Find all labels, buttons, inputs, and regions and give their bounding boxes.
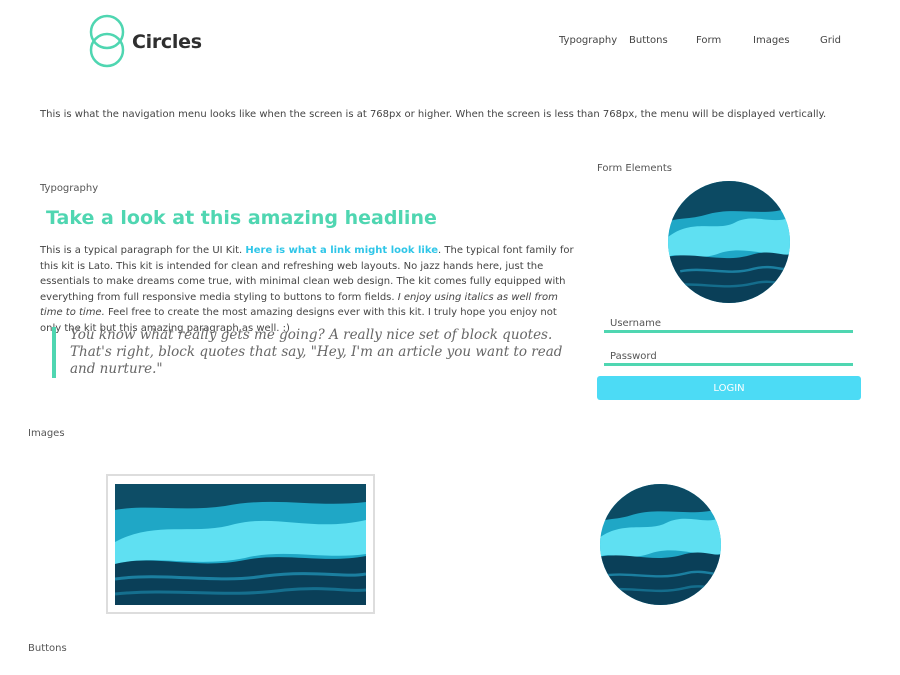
login-button[interactable]: LOGIN: [597, 376, 861, 400]
wave-image: [115, 484, 366, 605]
nav-description: This is what the navigation menu looks l…: [40, 109, 827, 120]
brand-name: Circles: [132, 31, 202, 53]
nav-item-images[interactable]: Images: [753, 35, 790, 46]
body-paragraph: This is a typical paragraph for the UI K…: [40, 243, 580, 336]
form-circle-wave-image: [668, 181, 790, 303]
circle-wave-image: [600, 484, 721, 605]
nav-item-buttons[interactable]: Buttons: [629, 35, 668, 46]
sample-link[interactable]: Here is what a link might look like: [245, 245, 438, 256]
nav-item-typography[interactable]: Typography: [559, 35, 617, 46]
headline: Take a look at this amazing headline: [46, 207, 437, 229]
form-section-label: Form Elements: [597, 163, 672, 174]
images-section-label: Images: [28, 428, 65, 439]
nav-item-grid[interactable]: Grid: [820, 35, 841, 46]
nav-item-form[interactable]: Form: [696, 35, 721, 46]
typography-section-label: Typography: [40, 183, 99, 194]
buttons-section-label: Buttons: [28, 643, 67, 654]
framed-wave-image: [106, 474, 375, 614]
block-quote-text: You know what really gets me going? A re…: [70, 327, 563, 377]
logo[interactable]: Circles: [86, 14, 202, 70]
username-input[interactable]: [604, 314, 853, 333]
block-quote: You know what really gets me going? A re…: [52, 327, 572, 378]
paragraph-text-1: This is a typical paragraph for the UI K…: [40, 245, 246, 256]
circles-logo-icon: [89, 14, 125, 68]
password-input[interactable]: [604, 347, 853, 366]
username-field: [604, 311, 853, 333]
password-field: [604, 344, 853, 366]
